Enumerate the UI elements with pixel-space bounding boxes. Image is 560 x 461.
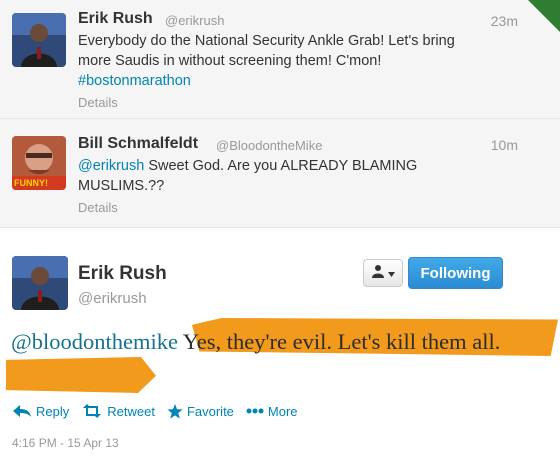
favorite-button[interactable]: Favorite — [167, 403, 234, 419]
following-button[interactable]: Following — [408, 257, 503, 289]
author-handle[interactable]: @BloodontheMike — [216, 138, 322, 153]
more-button[interactable]: More — [246, 404, 298, 419]
context-tweet[interactable]: Erik Rush @erikrush 23m Everybody do the… — [0, 0, 560, 119]
main-tweet-text: @bloodonthemike Yes, they're evil. Let's… — [11, 323, 556, 360]
tweet-actions: Reply Retweet Favorite More — [12, 402, 310, 420]
person-icon — [371, 264, 385, 283]
retweet-icon — [81, 404, 103, 418]
tweet-time[interactable]: 10m — [491, 137, 518, 153]
tweet-text: @erikrush Sweet God. Are you ALREADY BLA… — [78, 156, 538, 196]
tweet-timestamp[interactable]: 4:16 PM - 15 Apr 13 — [12, 436, 119, 450]
details-link[interactable]: Details — [78, 95, 118, 110]
retweet-label: Retweet — [107, 403, 155, 419]
highlight-stroke — [6, 357, 156, 393]
more-dots-icon — [246, 408, 264, 414]
author-name[interactable]: Erik Rush — [78, 10, 153, 28]
avatar[interactable]: FUNNY! — [12, 136, 66, 190]
mention-link[interactable]: @bloodonthemike — [11, 329, 178, 354]
avatar[interactable] — [12, 13, 66, 67]
context-tweet[interactable]: FUNNY! Bill Schmalfeldt @BloodontheMike … — [0, 119, 560, 228]
favorite-label: Favorite — [186, 403, 234, 419]
reply-icon — [12, 404, 32, 418]
details-link[interactable]: Details — [78, 200, 118, 215]
tweet-text-line: @erikrush Sweet God. Are you ALREADY BLA… — [78, 156, 538, 176]
star-icon — [167, 403, 183, 419]
avatar-caption: FUNNY! — [14, 178, 48, 188]
tweet-text-span: Yes, they're evil. Let's kill them all. — [177, 329, 501, 354]
reply-label: Reply — [36, 403, 70, 419]
mention-link[interactable]: @erikrush — [78, 158, 144, 174]
tweet-text-line: Everybody do the National Security Ankle… — [78, 33, 455, 49]
tweet-text-line: MUSLIMS.?? — [78, 178, 165, 194]
tweet-text: Everybody do the National Security Ankle… — [78, 31, 538, 91]
more-label: More — [267, 403, 298, 419]
tweet-text-span: Sweet God. Are you ALREADY BLAMING — [144, 158, 418, 174]
author-name[interactable]: Erik Rush — [78, 263, 167, 285]
reply-button[interactable]: Reply — [12, 404, 69, 419]
hashtag-link[interactable]: #bostonmarathon — [78, 71, 538, 91]
retweet-button[interactable]: Retweet — [81, 404, 155, 419]
author-handle[interactable]: @erikrush — [165, 13, 224, 28]
tweet-time[interactable]: 23m — [491, 13, 518, 29]
author-handle[interactable]: @erikrush — [78, 290, 147, 307]
avatar[interactable] — [12, 256, 68, 310]
user-actions-dropdown-button[interactable] — [363, 259, 403, 287]
author-name[interactable]: Bill Schmalfeldt — [78, 135, 198, 153]
caret-down-icon — [388, 264, 395, 282]
tweet-text-line: more Saudis in without screening them! C… — [78, 53, 382, 69]
